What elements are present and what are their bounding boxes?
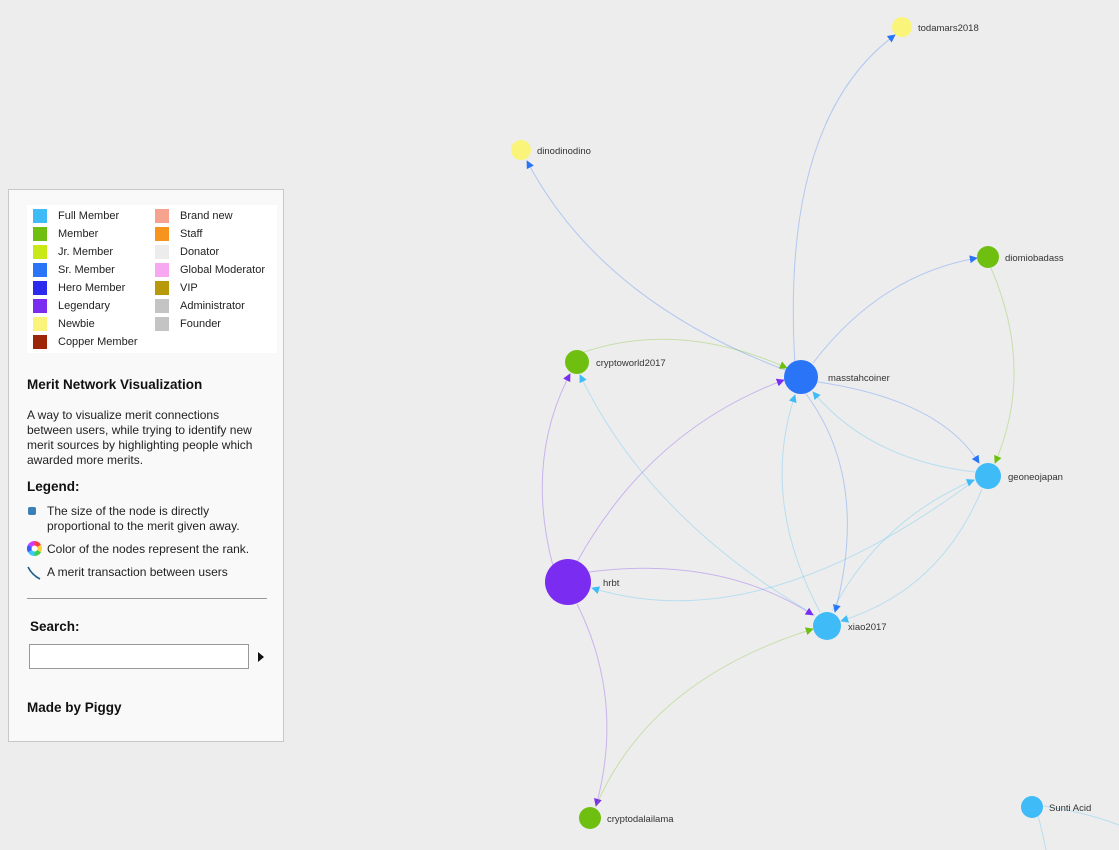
node-circle-dinodinodino[interactable]	[511, 140, 531, 160]
rank-swatch	[33, 263, 47, 277]
node-circle-xiao2017[interactable]	[813, 612, 841, 640]
rank-label: Administrator	[180, 300, 245, 312]
rank-label: Member	[58, 228, 99, 240]
search-submit-button[interactable]	[258, 652, 264, 662]
rank-label: Jr. Member	[58, 246, 114, 258]
nodes-layer: todamars2018 dinodinodino diomiobadass c…	[511, 17, 1091, 829]
search-input[interactable]	[29, 644, 249, 669]
graph-node[interactable]: hrbt	[545, 559, 620, 605]
edge-masstahcoiner-geoneojapan[interactable]	[817, 381, 980, 464]
rank-swatch	[155, 299, 169, 313]
merit-edge-icon	[27, 566, 41, 580]
rank-swatch	[33, 227, 47, 241]
node-circle-diomiobadass[interactable]	[977, 246, 999, 268]
edge-hrbt-masstahcoiner[interactable]	[576, 378, 785, 563]
color-wheel-icon	[27, 541, 42, 556]
edge-hrbt-cryptodalailama[interactable]	[576, 603, 608, 807]
rank-label: Brand new	[180, 210, 233, 222]
edge-cryptodalailama-xiao2017[interactable]	[595, 627, 814, 807]
rank-swatch	[33, 245, 47, 259]
rank-swatch	[155, 263, 169, 277]
node-label-cryptodalailama: cryptodalailama	[607, 814, 674, 825]
legend-size-text: The size of the node is directly proport…	[47, 504, 240, 533]
rank-label: Staff	[180, 228, 203, 240]
rank-swatch	[155, 245, 169, 259]
edge-masstahcoiner-dinodinodino[interactable]	[526, 160, 786, 371]
rank-label: Global Moderator	[180, 264, 265, 276]
graph-node[interactable]: masstahcoiner	[784, 360, 890, 394]
edge-masstahcoiner-xiao2017[interactable]	[805, 393, 848, 613]
graph-node[interactable]: diomiobadass	[977, 246, 1064, 268]
rank-swatch	[155, 227, 169, 241]
rank-swatch	[155, 317, 169, 331]
rank-swatch	[33, 299, 47, 313]
node-label-xiao2017: xiao2017	[848, 622, 887, 633]
node-label-diomiobadass: diomiobadass	[1005, 253, 1064, 264]
edge-hrbt-xiao2017[interactable]	[588, 567, 814, 616]
node-size-icon	[28, 507, 36, 515]
node-label-cryptoworld2017: cryptoworld2017	[596, 358, 666, 369]
node-circle-hrbt[interactable]	[545, 559, 591, 605]
rank-label: Donator	[180, 246, 220, 258]
legend-color-text: Color of the nodes represent the rank.	[47, 542, 250, 556]
graph-node[interactable]: Sunti Acid	[1021, 796, 1091, 818]
edge-diomiobadass-geoneojapan[interactable]	[990, 267, 1015, 464]
node-circle-sunti[interactable]	[1021, 796, 1043, 818]
node-label-masstahcoiner: masstahcoiner	[828, 373, 890, 384]
credit-text: Made by Piggy	[27, 700, 122, 715]
rank-swatch	[33, 281, 47, 295]
edge-geoneojapan-masstahcoiner[interactable]	[812, 391, 976, 473]
edge-xiao2017-masstahcoiner[interactable]	[781, 394, 821, 613]
node-label-geoneojapan: geoneojapan	[1008, 472, 1063, 483]
rank-swatch	[155, 281, 169, 295]
rank-label: Hero Member	[58, 282, 126, 294]
node-circle-cryptoworld2017[interactable]	[565, 350, 589, 374]
graph-node[interactable]: dinodinodino	[511, 140, 591, 160]
rank-label: Newbie	[58, 318, 95, 330]
edge-geoneojapan-xiao2017[interactable]	[840, 488, 983, 623]
graph-node[interactable]: cryptodalailama	[579, 807, 674, 829]
node-label-hrbt: hrbt	[603, 578, 620, 589]
node-circle-masstahcoiner[interactable]	[784, 360, 818, 394]
info-panel: Full Member Member Jr. Member Sr. Member…	[8, 189, 284, 742]
graph-node[interactable]: geoneojapan	[975, 463, 1063, 489]
node-circle-cryptodalailama[interactable]	[579, 807, 601, 829]
rank-label: Full Member	[58, 210, 120, 222]
edge-hrbt-cryptoworld2017[interactable]	[541, 373, 571, 567]
node-circle-todamars2018[interactable]	[892, 17, 912, 37]
graph-node[interactable]: todamars2018	[892, 17, 979, 37]
node-label-todamars2018: todamars2018	[918, 23, 979, 34]
panel-title: Merit Network Visualization	[27, 377, 203, 392]
edge-masstahcoiner-diomiobadass[interactable]	[812, 255, 978, 364]
rank-swatch	[155, 209, 169, 223]
rank-color-legend: Full Member Member Jr. Member Sr. Member…	[27, 205, 277, 353]
edges-layer	[526, 34, 1119, 850]
node-circle-geoneojapan[interactable]	[975, 463, 1001, 489]
panel-description: A way to visualize merit connections bet…	[27, 408, 253, 467]
node-label-sunti: Sunti Acid	[1049, 803, 1091, 814]
graph-node[interactable]: cryptoworld2017	[565, 350, 666, 374]
rank-label: Legendary	[58, 300, 110, 312]
rank-label: VIP	[180, 282, 198, 294]
rank-label: Sr. Member	[58, 264, 115, 276]
rank-label: Founder	[180, 318, 221, 330]
legend-edge-text: A merit transaction between users	[47, 565, 228, 579]
node-label-dinodinodino: dinodinodino	[537, 146, 591, 157]
search-heading: Search:	[30, 619, 80, 634]
edge-masstahcoiner-todamars2018[interactable]	[792, 34, 896, 366]
panel-divider	[27, 598, 267, 599]
rank-swatch	[33, 335, 47, 349]
rank-swatch	[33, 317, 47, 331]
graph-node[interactable]: xiao2017	[813, 612, 887, 640]
rank-label: Copper Member	[58, 336, 138, 348]
rank-swatch	[33, 209, 47, 223]
legend-heading: Legend:	[27, 479, 80, 494]
edge-sunti-offscreen-1[interactable]	[1037, 815, 1047, 850]
